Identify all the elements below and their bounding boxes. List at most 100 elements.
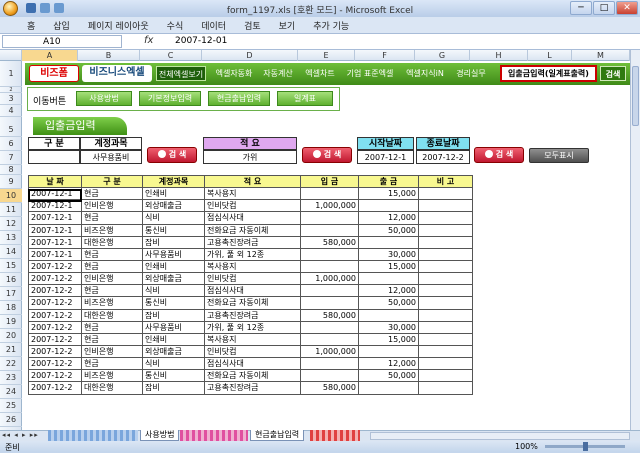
withdrawal-cell[interactable] — [358, 272, 419, 286]
row-header[interactable]: 5 — [0, 117, 22, 137]
withdrawal-cell[interactable]: 50,000 — [358, 369, 419, 383]
tab-view[interactable]: 보기 — [270, 19, 305, 32]
row-header[interactable]: 9 — [0, 175, 22, 189]
type-cell[interactable]: 현금 — [81, 187, 143, 201]
row-header[interactable]: 14 — [0, 245, 22, 259]
type-cell[interactable]: 비즈은행 — [81, 369, 143, 383]
select-all-corner[interactable] — [0, 50, 22, 61]
nav-corporate-standard[interactable]: 기업 표준엑셀 — [342, 66, 398, 81]
deposit-cell[interactable]: 1,000,000 — [300, 344, 359, 359]
row-header[interactable]: 25 — [0, 399, 22, 413]
withdrawal-cell[interactable]: 12,000 — [358, 284, 419, 298]
nav-auto-calc[interactable]: 자동계산 — [259, 66, 297, 81]
description-cell[interactable]: 고용촉진장려금 — [204, 308, 301, 322]
date-cell[interactable]: 2007-12-2 — [28, 357, 82, 371]
description-cell[interactable]: 점심식사대 — [204, 284, 301, 298]
type-cell[interactable]: 현금 — [81, 259, 143, 274]
row-header[interactable]: 3 — [0, 93, 22, 105]
tab-page-layout[interactable]: 페이지 레이아웃 — [79, 19, 158, 32]
row-header[interactable]: 24 — [0, 385, 22, 399]
column-header[interactable]: F — [355, 50, 415, 61]
note-cell[interactable] — [418, 332, 473, 346]
date-cell[interactable]: 2007-12-2 — [28, 272, 82, 286]
row-header[interactable]: 13 — [0, 231, 22, 245]
row-header[interactable]: 10 — [0, 189, 22, 203]
withdrawal-cell[interactable]: 50,000 — [358, 296, 419, 310]
type-cell[interactable]: 비즈은행 — [81, 223, 143, 237]
end-date-input[interactable]: 2007-12-2 — [416, 150, 470, 164]
note-cell[interactable] — [418, 284, 473, 298]
deposit-cell[interactable] — [300, 320, 359, 334]
search-button[interactable]: 검 색 — [147, 147, 197, 163]
date-cell[interactable]: 2007-12-2 — [28, 344, 82, 359]
scroll-thumb[interactable] — [632, 66, 639, 126]
description-cell[interactable]: 점심식사대 — [204, 211, 301, 225]
column-header[interactable]: A — [22, 50, 78, 61]
tab-home[interactable]: 홈 — [18, 19, 44, 32]
row-header[interactable]: 19 — [0, 315, 22, 329]
description-cell[interactable]: 전화요금 자동이체 — [204, 223, 301, 237]
row-header[interactable]: 4 — [0, 105, 22, 117]
deposit-cell[interactable]: 580,000 — [300, 381, 359, 395]
account-cell[interactable]: 통신비 — [142, 369, 205, 383]
column-header[interactable]: M — [572, 50, 630, 61]
account-cell[interactable]: 인쇄비 — [142, 187, 205, 201]
sheet-tab-usage[interactable]: 사용방법 — [140, 430, 180, 441]
note-cell[interactable] — [418, 369, 473, 383]
date-cell[interactable]: 2007-12-1 — [28, 235, 82, 249]
row-header[interactable]: 18 — [0, 301, 22, 315]
type-cell[interactable]: 현금 — [81, 320, 143, 334]
withdrawal-cell[interactable] — [358, 199, 419, 213]
description-cell[interactable]: 복사용지 — [204, 187, 301, 201]
zoom-slider-knob[interactable] — [583, 442, 588, 451]
column-header[interactable]: C — [140, 50, 202, 61]
deposit-cell[interactable] — [300, 223, 359, 237]
column-header[interactable]: B — [78, 50, 140, 61]
banner-search-button[interactable]: 검색 — [600, 66, 626, 81]
zoom-level[interactable]: 100% — [515, 442, 538, 451]
withdrawal-cell[interactable]: 50,000 — [358, 223, 419, 237]
description-cell[interactable]: 인비닷컴 — [204, 344, 301, 359]
description-cell[interactable]: 가위, 풀 외 12종 — [204, 247, 301, 261]
minimize-button[interactable]: ─ — [570, 1, 592, 15]
cash-entry-button[interactable]: 현금출납입력 — [208, 91, 270, 106]
withdrawal-cell[interactable] — [358, 344, 419, 359]
row-header[interactable]: 15 — [0, 259, 22, 273]
deposit-cell[interactable]: 1,000,000 — [300, 199, 359, 213]
type-cell[interactable]: 인비은행 — [81, 344, 143, 359]
withdrawal-cell[interactable]: 15,000 — [358, 332, 419, 346]
type-cell[interactable]: 인비은행 — [81, 272, 143, 286]
account-cell[interactable]: 식비 — [142, 357, 205, 371]
start-date-input[interactable]: 2007-12-1 — [357, 150, 414, 164]
note-cell[interactable] — [418, 357, 473, 371]
date-cell[interactable]: 2007-12-2 — [28, 284, 82, 298]
function-icon[interactable]: fx — [144, 35, 153, 46]
sheet-tab-hidden[interactable] — [48, 430, 138, 441]
date-cell[interactable]: 2007-12-1 — [28, 211, 82, 225]
account-cell[interactable]: 사무용품비 — [142, 320, 205, 334]
column-header[interactable]: H — [470, 50, 528, 61]
description-cell[interactable]: 복사용지 — [204, 332, 301, 346]
formula-input[interactable]: 2007-12-01 — [175, 35, 227, 48]
nav-excel-automation[interactable]: 엑셀자동화 — [211, 66, 257, 81]
column-header[interactable]: E — [298, 50, 355, 61]
note-cell[interactable] — [418, 247, 473, 261]
tab-navigation-arrows[interactable]: ◂◂ ◂ ▸ ▸▸ — [2, 431, 39, 439]
account-cell[interactable]: 사무용품비 — [142, 247, 205, 261]
description-cell[interactable]: 전화요금 자동이체 — [204, 369, 301, 383]
account-cell[interactable]: 외상매출금 — [142, 344, 205, 359]
search-button[interactable]: 검 색 — [474, 147, 524, 163]
date-cell[interactable]: 2007-12-2 — [28, 320, 82, 334]
row-header[interactable]: 22 — [0, 357, 22, 371]
account-filter-input[interactable]: 사무용품비 — [80, 150, 142, 164]
deposit-cell[interactable] — [300, 284, 359, 298]
withdrawal-cell[interactable]: 15,000 — [358, 259, 419, 274]
vertical-scrollbar[interactable] — [630, 50, 640, 430]
row-header[interactable]: 17 — [0, 287, 22, 301]
sheet-tab-hidden[interactable] — [310, 430, 360, 441]
date-cell[interactable]: 2007-12-2 — [28, 332, 82, 346]
deposit-cell[interactable] — [300, 357, 359, 371]
date-cell[interactable]: 2007-12-1 — [28, 247, 82, 261]
date-cell[interactable]: 2007-12-2 — [28, 308, 82, 322]
tab-review[interactable]: 검토 — [235, 19, 270, 32]
